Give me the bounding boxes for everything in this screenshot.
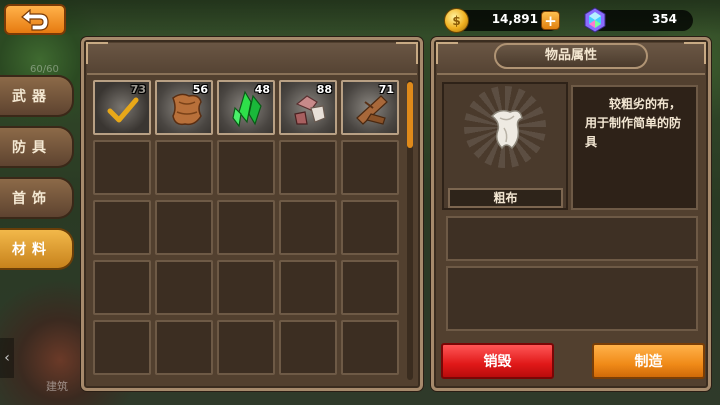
inventory-slot-empty[interactable] [155,260,213,315]
inventory-slot-unknown-material[interactable]: 73 [93,80,151,135]
gem-counter: 354 [584,7,693,33]
inventory-slot-empty[interactable] [217,140,275,195]
inventory-header [87,43,417,75]
item-name: 粗布 [448,188,563,208]
gold-value: 14,891 [491,12,538,26]
inventory-slot-wood[interactable]: 71 [341,80,399,135]
gold-counter: $ 14,891 + [444,8,560,33]
inventory-slot-empty[interactable] [217,260,275,315]
gold-coin-icon: $ [444,8,469,33]
inventory-slot-empty[interactable] [341,140,399,195]
inventory-slot-empty[interactable] [279,200,337,255]
item-quantity: 48 [254,83,270,96]
properties-title: 物品属性 [494,43,648,69]
inventory-slot-empty[interactable] [341,200,399,255]
corner-ornament [684,42,706,64]
inventory-slot-empty[interactable] [155,200,213,255]
check-icon [107,97,139,123]
inventory-scrollbar[interactable] [407,80,413,380]
item-quantity: 56 [192,83,208,96]
left-arrow-icon[interactable]: ‹ [0,338,14,378]
inventory-slot-empty[interactable] [279,260,337,315]
property-slot [446,266,698,331]
tab-accessories[interactable]: 首饰 [0,177,74,219]
destroy-button[interactable]: 销毁 [441,343,554,379]
inventory-slot-empty[interactable] [93,200,151,255]
item-description: 较粗劣的布，用于制作简单的防具 [571,85,698,210]
gem-value: 354 [651,12,677,26]
inventory-slot-empty[interactable] [155,320,213,375]
inventory-slot-empty[interactable] [93,140,151,195]
tab-armor[interactable]: 防具 [0,126,74,168]
corner-ornament [436,42,458,64]
inventory-slot-empty[interactable] [155,140,213,195]
tab-weapons[interactable]: 武器 [0,75,74,117]
inventory-slot-emerald-crystal[interactable]: 48 [217,80,275,135]
inventory-slot-empty[interactable] [93,260,151,315]
capacity-text: 60/60 [30,64,59,75]
item-quantity: 88 [316,83,332,96]
corner-ornament [396,42,418,64]
add-gold-button[interactable]: + [541,11,560,30]
inventory-slot-empty[interactable] [341,260,399,315]
craft-button[interactable]: 制造 [592,343,705,379]
cloth-icon [490,109,523,150]
scroll-thumb[interactable] [407,82,413,148]
inventory-slot-empty[interactable] [93,320,151,375]
inventory-slot-empty[interactable] [217,320,275,375]
property-slot [446,216,698,261]
inventory-slot-ore[interactable]: 88 [279,80,337,135]
gem-icon [584,7,606,33]
inventory-slot-leather[interactable]: 56 [155,80,213,135]
tab-materials[interactable]: 材料 [0,228,74,270]
inventory-slot-empty[interactable] [279,320,337,375]
corner-ornament [86,42,108,64]
back-button[interactable] [4,4,66,35]
item-quantity: 73 [130,83,146,96]
build-label: 建筑 [46,380,68,393]
inventory-slot-empty[interactable] [217,200,275,255]
item-quantity: 71 [378,83,394,96]
inventory-grid: 73 56 48 88 71 [93,80,407,380]
back-arrow-icon [21,8,49,31]
inventory-slot-empty[interactable] [279,140,337,195]
inventory-slot-empty[interactable] [341,320,399,375]
